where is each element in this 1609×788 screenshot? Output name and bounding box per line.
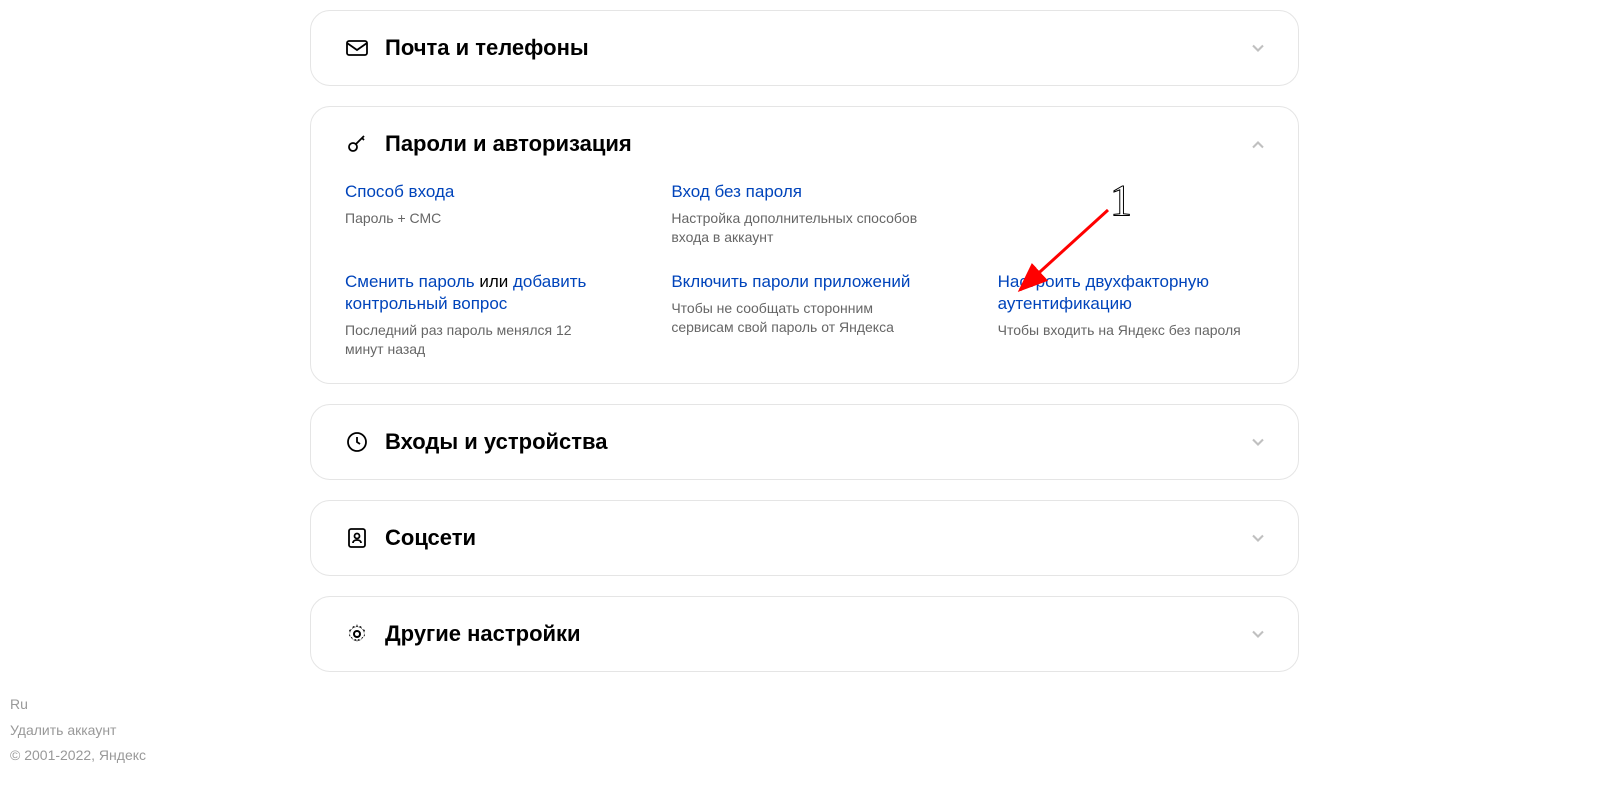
setting-empty — [998, 181, 1264, 247]
social-icon — [345, 526, 369, 550]
card-title-other: Другие настройки — [385, 621, 581, 647]
card-body-passwords: Способ входа Пароль + СМС Вход без парол… — [345, 181, 1264, 359]
setting-login-method: Способ входа Пароль + СМС — [345, 181, 611, 247]
desc-two-factor: Чтобы входить на Яндекс без пароля — [998, 321, 1264, 340]
link-two-factor[interactable]: Настроить двухфакторную аутентификацию — [998, 271, 1264, 315]
change-password-text: Сменить пароль или добавить контрольный … — [345, 271, 611, 315]
card-header-passwords[interactable]: Пароли и авторизация — [345, 131, 1264, 157]
gear-icon — [345, 622, 369, 646]
setting-no-password: Вход без пароля Настройка дополнительных… — [671, 181, 937, 247]
desc-no-password: Настройка дополнительных способов входа … — [671, 209, 937, 247]
card-social[interactable]: Соцсети — [310, 500, 1299, 576]
footer-copyright: © 2001-2022, Яндекс — [10, 743, 146, 768]
link-login-method[interactable]: Способ входа — [345, 181, 611, 203]
card-logins-devices[interactable]: Входы и устройства — [310, 404, 1299, 480]
card-title-logins: Входы и устройства — [385, 429, 608, 455]
card-title-social: Соцсети — [385, 525, 476, 551]
card-title-passwords: Пароли и авторизация — [385, 131, 632, 157]
chevron-down-icon — [1248, 528, 1268, 548]
chevron-up-icon — [1248, 135, 1268, 155]
card-header-other[interactable]: Другие настройки — [345, 621, 1264, 647]
chevron-down-icon — [1248, 432, 1268, 452]
footer-delete-account[interactable]: Удалить аккаунт — [10, 722, 116, 738]
link-app-passwords[interactable]: Включить пароли приложений — [671, 271, 937, 293]
footer-left: Ru Удалить аккаунт © 2001-2022, Яндекс — [10, 692, 146, 768]
desc-app-passwords: Чтобы не сообщать сторонним сервисам сво… — [671, 299, 937, 337]
card-passwords: Пароли и авторизация Способ входа Пароль… — [310, 106, 1299, 384]
setting-change-password: Сменить пароль или добавить контрольный … — [345, 271, 611, 359]
cp-middle: или — [475, 272, 513, 291]
key-icon — [345, 132, 369, 156]
mail-icon — [345, 36, 369, 60]
link-change-password[interactable]: Сменить пароль — [345, 272, 475, 291]
card-mail-phones[interactable]: Почта и телефоны — [310, 10, 1299, 86]
card-header-social[interactable]: Соцсети — [345, 525, 1264, 551]
card-header-logins[interactable]: Входы и устройства — [345, 429, 1264, 455]
card-header-mail[interactable]: Почта и телефоны — [345, 35, 1264, 61]
link-no-password[interactable]: Вход без пароля — [671, 181, 937, 203]
desc-login-method: Пароль + СМС — [345, 209, 611, 228]
desc-change-password: Последний раз пароль менялся 12 минут на… — [345, 321, 611, 359]
chevron-down-icon — [1248, 38, 1268, 58]
card-title-mail: Почта и телефоны — [385, 35, 589, 61]
setting-two-factor: Настроить двухфакторную аутентификацию Ч… — [998, 271, 1264, 359]
card-other[interactable]: Другие настройки — [310, 596, 1299, 672]
clock-icon — [345, 430, 369, 454]
chevron-down-icon — [1248, 624, 1268, 644]
setting-app-passwords: Включить пароли приложений Чтобы не сооб… — [671, 271, 937, 359]
footer-lang[interactable]: Ru — [10, 696, 28, 712]
